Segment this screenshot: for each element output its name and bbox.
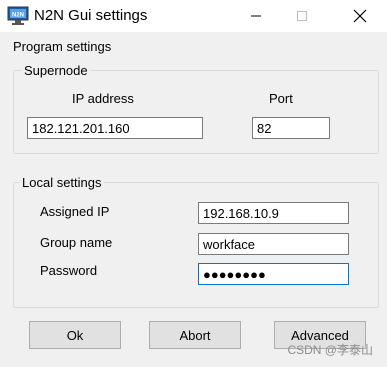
port-label: Port xyxy=(269,91,293,106)
close-button[interactable] xyxy=(337,0,383,32)
close-icon xyxy=(353,9,367,23)
group-name-input[interactable]: workface xyxy=(198,233,349,255)
monitor-icon: N2N xyxy=(7,6,29,26)
svg-text:N2N: N2N xyxy=(12,13,24,19)
group-name-value: workface xyxy=(203,236,256,252)
assigned-ip-input[interactable]: 192.168.10.9 xyxy=(198,202,349,224)
supernode-ip-value: 182.121.201.160 xyxy=(32,120,130,136)
assigned-ip-label: Assigned IP xyxy=(40,204,110,219)
ip-address-label: IP address xyxy=(72,91,134,106)
window-title: N2N Gui settings xyxy=(34,7,148,24)
password-value: ●●●●●●●● xyxy=(203,266,266,282)
supernode-port-value: 82 xyxy=(257,120,272,136)
abort-button-label: Abort xyxy=(179,327,211,343)
minimize-button[interactable] xyxy=(233,0,279,32)
supernode-port-input[interactable]: 82 xyxy=(252,117,330,139)
supernode-group xyxy=(13,70,379,154)
password-input[interactable]: ●●●●●●●● xyxy=(198,263,349,285)
password-label: Password xyxy=(40,263,98,278)
csdn-watermark: CSDN @李泰山 xyxy=(287,343,373,357)
abort-button[interactable]: Abort xyxy=(149,321,241,349)
minimize-icon xyxy=(250,10,262,22)
group-name-label: Group name xyxy=(40,235,113,250)
supernode-group-label: Supernode xyxy=(22,63,90,78)
maximize-icon xyxy=(296,10,308,22)
program-settings-label: Program settings xyxy=(13,39,112,54)
title-bar[interactable]: N2N N2N Gui settings xyxy=(0,0,387,32)
supernode-ip-input[interactable]: 182.121.201.160 xyxy=(27,117,203,139)
maximize-button[interactable] xyxy=(279,0,325,32)
ok-button-label: Ok xyxy=(66,327,84,343)
assigned-ip-value: 192.168.10.9 xyxy=(203,205,279,221)
local-settings-group-label: Local settings xyxy=(20,175,104,190)
ok-button[interactable]: Ok xyxy=(29,321,121,349)
